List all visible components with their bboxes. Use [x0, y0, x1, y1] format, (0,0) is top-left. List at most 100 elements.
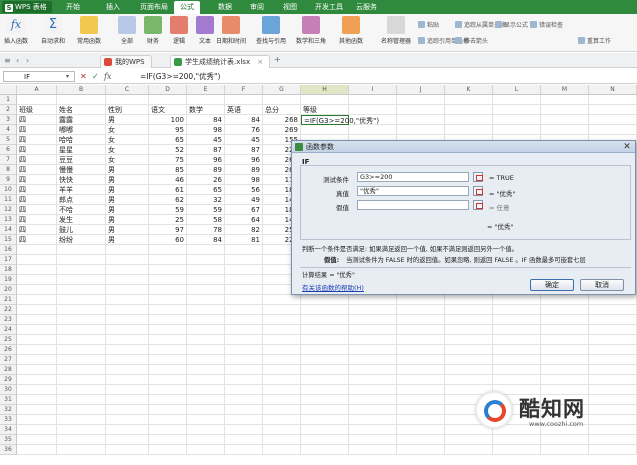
- table-cell[interactable]: [57, 405, 106, 415]
- table-cell[interactable]: 男: [106, 175, 149, 185]
- table-cell[interactable]: 四: [17, 185, 57, 195]
- table-cell[interactable]: [187, 355, 225, 365]
- table-cell[interactable]: 四: [17, 125, 57, 135]
- table-cell[interactable]: [17, 265, 57, 275]
- table-cell[interactable]: [301, 435, 349, 445]
- table-cell[interactable]: 姓名: [57, 105, 106, 115]
- table-cell[interactable]: [17, 295, 57, 305]
- row-header[interactable]: 34: [0, 425, 17, 435]
- table-cell[interactable]: 英语: [225, 105, 263, 115]
- table-cell[interactable]: [541, 295, 589, 305]
- table-cell[interactable]: [301, 425, 349, 435]
- table-cell[interactable]: 62: [149, 195, 187, 205]
- table-cell[interactable]: 班级: [17, 105, 57, 115]
- table-cell[interactable]: [493, 365, 541, 375]
- table-cell[interactable]: [301, 365, 349, 375]
- table-cell[interactable]: [301, 355, 349, 365]
- table-cell[interactable]: 67: [225, 205, 263, 215]
- table-cell[interactable]: [106, 245, 149, 255]
- table-cell[interactable]: [397, 395, 445, 405]
- table-cell[interactable]: [301, 295, 349, 305]
- table-cell[interactable]: [225, 255, 263, 265]
- table-cell[interactable]: [149, 405, 187, 415]
- table-cell[interactable]: [187, 395, 225, 405]
- table-cell[interactable]: 84: [187, 115, 225, 125]
- table-cell[interactable]: [187, 315, 225, 325]
- column-header[interactable]: H: [301, 85, 349, 95]
- table-cell[interactable]: [187, 265, 225, 275]
- table-cell[interactable]: 总分: [263, 105, 301, 115]
- table-cell[interactable]: 100: [149, 115, 187, 125]
- table-cell[interactable]: 等级: [301, 105, 349, 115]
- column-header[interactable]: E: [187, 85, 225, 95]
- table-cell[interactable]: [493, 105, 541, 115]
- table-cell[interactable]: [349, 375, 397, 385]
- table-cell[interactable]: 78: [187, 225, 225, 235]
- table-cell[interactable]: [149, 385, 187, 395]
- table-cell[interactable]: [17, 415, 57, 425]
- table-cell[interactable]: [301, 95, 349, 105]
- row-header[interactable]: 24: [0, 325, 17, 335]
- table-cell[interactable]: [263, 385, 301, 395]
- table-cell[interactable]: [349, 125, 397, 135]
- row-header[interactable]: 22: [0, 305, 17, 315]
- table-cell[interactable]: [57, 415, 106, 425]
- range-picker-icon[interactable]: [473, 186, 483, 196]
- table-cell[interactable]: [57, 285, 106, 295]
- table-cell[interactable]: [149, 445, 187, 455]
- table-cell[interactable]: 星星: [57, 145, 106, 155]
- table-cell[interactable]: [149, 375, 187, 385]
- table-cell[interactable]: 25: [149, 215, 187, 225]
- table-cell[interactable]: 96: [225, 155, 263, 165]
- table-cell[interactable]: [225, 245, 263, 255]
- active-cell[interactable]: =IF(G3>=200,"优秀"): [301, 115, 379, 125]
- table-cell[interactable]: [263, 395, 301, 405]
- table-cell[interactable]: [106, 265, 149, 275]
- column-header[interactable]: K: [445, 85, 493, 95]
- row-header[interactable]: 13: [0, 215, 17, 225]
- table-cell[interactable]: 女: [106, 135, 149, 145]
- table-cell[interactable]: [541, 105, 589, 115]
- table-cell[interactable]: [187, 335, 225, 345]
- ribbon-button[interactable]: 常用函数: [70, 16, 108, 45]
- table-cell[interactable]: [106, 395, 149, 405]
- table-cell[interactable]: [263, 405, 301, 415]
- table-cell[interactable]: [263, 415, 301, 425]
- table-cell[interactable]: [493, 305, 541, 315]
- table-cell[interactable]: [17, 345, 57, 355]
- table-cell[interactable]: [301, 325, 349, 335]
- table-cell[interactable]: 男: [106, 235, 149, 245]
- row-header[interactable]: 31: [0, 395, 17, 405]
- table-cell[interactable]: [17, 405, 57, 415]
- table-cell[interactable]: [397, 95, 445, 105]
- row-header[interactable]: 29: [0, 375, 17, 385]
- table-cell[interactable]: [149, 345, 187, 355]
- table-cell[interactable]: [589, 315, 637, 325]
- table-cell[interactable]: 男: [106, 205, 149, 215]
- column-header[interactable]: I: [349, 85, 397, 95]
- table-cell[interactable]: [541, 115, 589, 125]
- table-cell[interactable]: [349, 345, 397, 355]
- table-cell[interactable]: [541, 125, 589, 135]
- table-cell[interactable]: [106, 355, 149, 365]
- table-cell[interactable]: [225, 335, 263, 345]
- table-cell[interactable]: [301, 415, 349, 425]
- table-cell[interactable]: [349, 435, 397, 445]
- table-cell[interactable]: [445, 355, 493, 365]
- table-cell[interactable]: 61: [149, 185, 187, 195]
- table-cell[interactable]: [106, 335, 149, 345]
- table-cell[interactable]: [187, 275, 225, 285]
- table-cell[interactable]: [149, 285, 187, 295]
- table-cell[interactable]: [445, 115, 493, 125]
- table-cell[interactable]: [301, 345, 349, 355]
- row-header[interactable]: 30: [0, 385, 17, 395]
- table-cell[interactable]: [57, 445, 106, 455]
- table-cell[interactable]: 98: [225, 175, 263, 185]
- table-cell[interactable]: 语文: [149, 105, 187, 115]
- row-header[interactable]: 6: [0, 145, 17, 155]
- menu-tab[interactable]: 数据: [212, 1, 238, 14]
- table-cell[interactable]: [187, 255, 225, 265]
- table-cell[interactable]: [187, 365, 225, 375]
- table-cell[interactable]: [493, 115, 541, 125]
- table-cell[interactable]: [149, 295, 187, 305]
